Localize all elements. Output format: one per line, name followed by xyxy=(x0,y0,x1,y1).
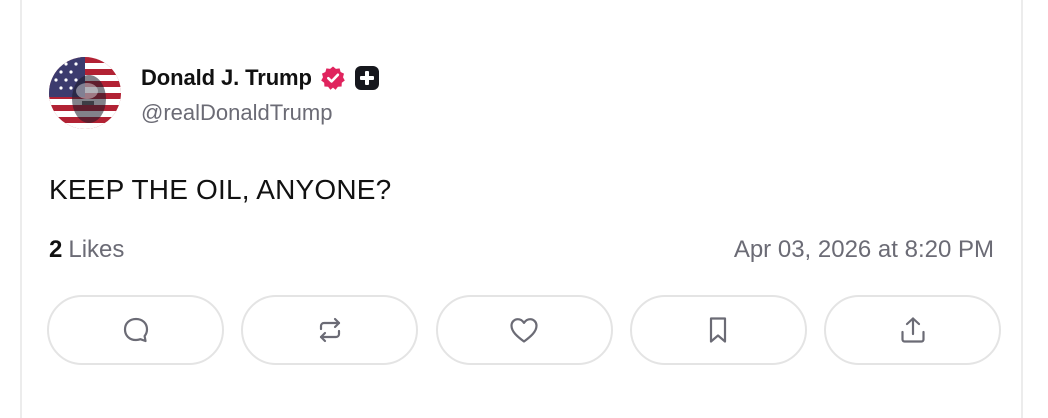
action-bar xyxy=(47,295,1001,365)
author-handle[interactable]: @realDonaldTrump xyxy=(141,100,332,126)
plus-badge-icon xyxy=(354,65,380,91)
share-button[interactable] xyxy=(824,295,1001,365)
author-display-name[interactable]: Donald J. Trump xyxy=(141,65,312,91)
post-timestamp: Apr 03, 2026 at 8:20 PM xyxy=(733,236,994,263)
repost-button[interactable] xyxy=(241,295,419,365)
like-button[interactable] xyxy=(435,295,613,365)
post-card: Donald J. Trump @realDonaldTrump KEEP TH… xyxy=(20,0,1023,418)
bookmark-button[interactable] xyxy=(629,295,807,365)
likes-summary[interactable]: 2 Likes xyxy=(49,236,124,264)
share-icon xyxy=(900,317,925,343)
comment-icon xyxy=(123,317,148,343)
reply-button[interactable] xyxy=(47,295,224,365)
heart-icon xyxy=(510,318,538,343)
verified-badge-icon xyxy=(320,65,346,91)
post-meta-row: 2 Likes Apr 03, 2026 at 8:20 PM xyxy=(49,234,994,266)
post-text: KEEP THE OIL, ANYONE? xyxy=(49,174,392,205)
avatar[interactable] xyxy=(49,57,121,129)
avatar-flag-portrait-image xyxy=(49,57,121,129)
author-name-row: Donald J. Trump xyxy=(141,63,380,93)
likes-label: Likes xyxy=(68,236,125,263)
likes-count: 2 xyxy=(49,236,63,263)
repost-icon xyxy=(319,317,340,343)
bookmark-icon xyxy=(710,317,727,343)
